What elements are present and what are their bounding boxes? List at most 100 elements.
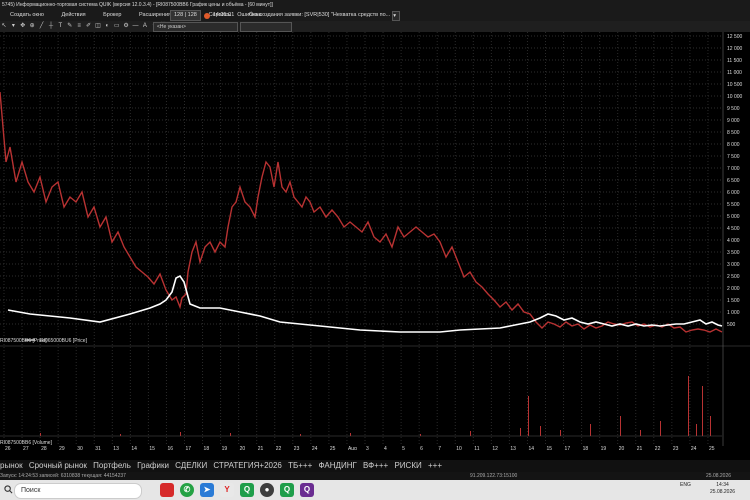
system-tray: ENG	[680, 482, 691, 488]
x-tick-label: 5	[402, 446, 405, 450]
whatsapp-icon[interactable]: ✆	[180, 483, 194, 497]
dropdown-icon[interactable]: ▾	[9, 21, 17, 32]
search-icon[interactable]	[4, 485, 13, 494]
x-tick-label: 27	[23, 446, 29, 450]
x-tick-label: 6	[420, 446, 423, 450]
x-tick-label: 26	[5, 446, 11, 450]
flag-app-icon[interactable]	[160, 483, 174, 497]
message-counter[interactable]: 128 | 128	[170, 10, 201, 21]
y-tick-label: 8 500	[727, 130, 740, 136]
x-tick-label: 10	[456, 446, 462, 450]
zoom-icon[interactable]: ⊕	[28, 21, 36, 32]
fib-icon[interactable]: ≡	[75, 21, 83, 32]
x-tick-label: 20	[619, 446, 625, 450]
x-tick-label: 24	[691, 446, 697, 450]
taskbar-apps: ✆ ➤ Y Q ● Q Q	[160, 483, 320, 497]
x-tick-label: 24	[312, 446, 318, 450]
arrow-icon[interactable]: ↖	[0, 21, 8, 32]
window-title: 5745) Информационно-торговая система QUI…	[2, 2, 273, 8]
tab-portfolio[interactable]: Портфель	[93, 460, 131, 472]
y-tick-label: 500	[727, 322, 736, 328]
volume-bar	[350, 433, 351, 436]
tab-risks[interactable]: РИСКИ	[394, 460, 421, 472]
x-tick-label: 25	[330, 446, 336, 450]
x-tick-label: 15	[149, 446, 155, 450]
y-tick-label: 11 500	[727, 58, 742, 64]
tab-charts[interactable]: Графики	[137, 460, 169, 472]
price-volume-chart[interactable]: 12 500 12 000 11 500 11 000 10 500 10 000 9 50…	[0, 32, 750, 450]
tab-trades[interactable]: СДЕЛКИ	[175, 460, 207, 472]
instrument-combo[interactable]: <Не указан>	[153, 22, 238, 32]
y-tick-label: 4 500	[727, 226, 740, 232]
pencil-icon[interactable]: ✎	[66, 21, 74, 32]
tab-funding[interactable]: ФАНДИНГ	[319, 460, 357, 472]
eraser-icon[interactable]: ◫	[94, 21, 102, 32]
legend-label-white: RI065000BU6 [Price]	[40, 338, 88, 344]
telegram-icon[interactable]: ➤	[200, 483, 214, 497]
volume-bar	[528, 396, 529, 436]
menu-item-broker[interactable]: Брокер	[103, 10, 121, 21]
error-icon	[203, 12, 210, 19]
message-status: 128 | 128 14:25:01 Ошибка создания заявк…	[170, 10, 401, 21]
menu-item-extensions[interactable]: Расширения	[139, 10, 171, 21]
text-icon[interactable]: T	[56, 21, 64, 32]
line-style-icon[interactable]: —	[131, 21, 139, 32]
x-tick-label: 13	[113, 446, 119, 450]
volume-bar	[470, 431, 471, 436]
x-tick-label: 19	[222, 446, 228, 450]
y-tick-label: 5 000	[727, 214, 740, 220]
volume-bar	[180, 432, 181, 436]
volume-legend-label: RI087500BB6 [Volume]	[0, 440, 53, 446]
secondary-combo[interactable]	[240, 22, 292, 32]
tab-market[interactable]: рынок	[0, 460, 23, 472]
text-size-icon[interactable]: A	[141, 21, 149, 32]
x-tick-label: 23	[294, 446, 300, 450]
quik-app-icon[interactable]: Q	[240, 483, 254, 497]
brush-icon[interactable]: ✐	[85, 21, 93, 32]
y-tick-label: 9 000	[727, 118, 740, 124]
media-app-icon[interactable]: ●	[260, 483, 274, 497]
x-tick-label: 14	[131, 446, 137, 450]
yandex-icon[interactable]: Y	[220, 483, 234, 497]
clock-date: 25.08.2026	[710, 489, 736, 495]
status-server: 91.209.122.73:15100	[470, 473, 518, 479]
color-icon[interactable]: ◐	[103, 21, 111, 32]
menu-item-create-window[interactable]: Создать окно	[10, 10, 44, 21]
message-text[interactable]: Ошибка создания заявки: [SVR|530] "Нехва…	[237, 10, 390, 21]
settings-icon[interactable]: ⚙	[122, 21, 130, 32]
tab-plus[interactable]: +++	[428, 460, 442, 472]
volume-bar	[120, 434, 121, 436]
draw-line-icon[interactable]: ╱	[38, 21, 46, 32]
crosshair-icon[interactable]: ┼	[47, 21, 55, 32]
y-tick-label: 2 500	[727, 274, 740, 280]
x-tick-label: 21	[637, 446, 643, 450]
volume-bar	[660, 421, 661, 436]
move-icon[interactable]: ✥	[19, 21, 27, 32]
quik-app-icon-2[interactable]: Q	[280, 483, 294, 497]
x-tick-label: 17	[565, 446, 571, 450]
taskbar-search-placeholder: Поиск	[21, 487, 41, 494]
menu-item-actions[interactable]: Действия	[62, 10, 86, 21]
lock-icon[interactable]: ▭	[113, 21, 121, 32]
y-tick-label: 1 000	[727, 310, 740, 316]
y-tick-label: 5 500	[727, 202, 740, 208]
tab-tb[interactable]: ТБ+++	[288, 460, 312, 472]
taskbar-search-input[interactable]: Поиск	[14, 483, 142, 499]
x-tick-label: 3	[366, 446, 369, 450]
language-indicator[interactable]: ENG	[680, 482, 691, 488]
tab-strategy[interactable]: СТРАТЕГИЯ+2026	[213, 460, 281, 472]
quik-app-icon-active[interactable]: Q	[300, 483, 314, 497]
y-tick-label: 3 500	[727, 250, 740, 256]
tab-derivatives-market[interactable]: Срочный рынок	[29, 460, 87, 472]
volume-bar	[520, 428, 521, 436]
volume-bar	[640, 430, 641, 436]
x-tick-label: 13	[510, 446, 516, 450]
tab-vf[interactable]: ВФ+++	[363, 460, 388, 472]
x-tick-label: 25	[709, 446, 715, 450]
x-tick-label: 17	[186, 446, 192, 450]
x-tick-label: 14	[528, 446, 534, 450]
message-dropdown[interactable]: ▾	[392, 10, 401, 21]
x-tick-label: 31	[95, 446, 101, 450]
volume-bar	[590, 424, 591, 436]
taskbar-clock[interactable]: 14:34 25.08.2026	[710, 482, 735, 496]
